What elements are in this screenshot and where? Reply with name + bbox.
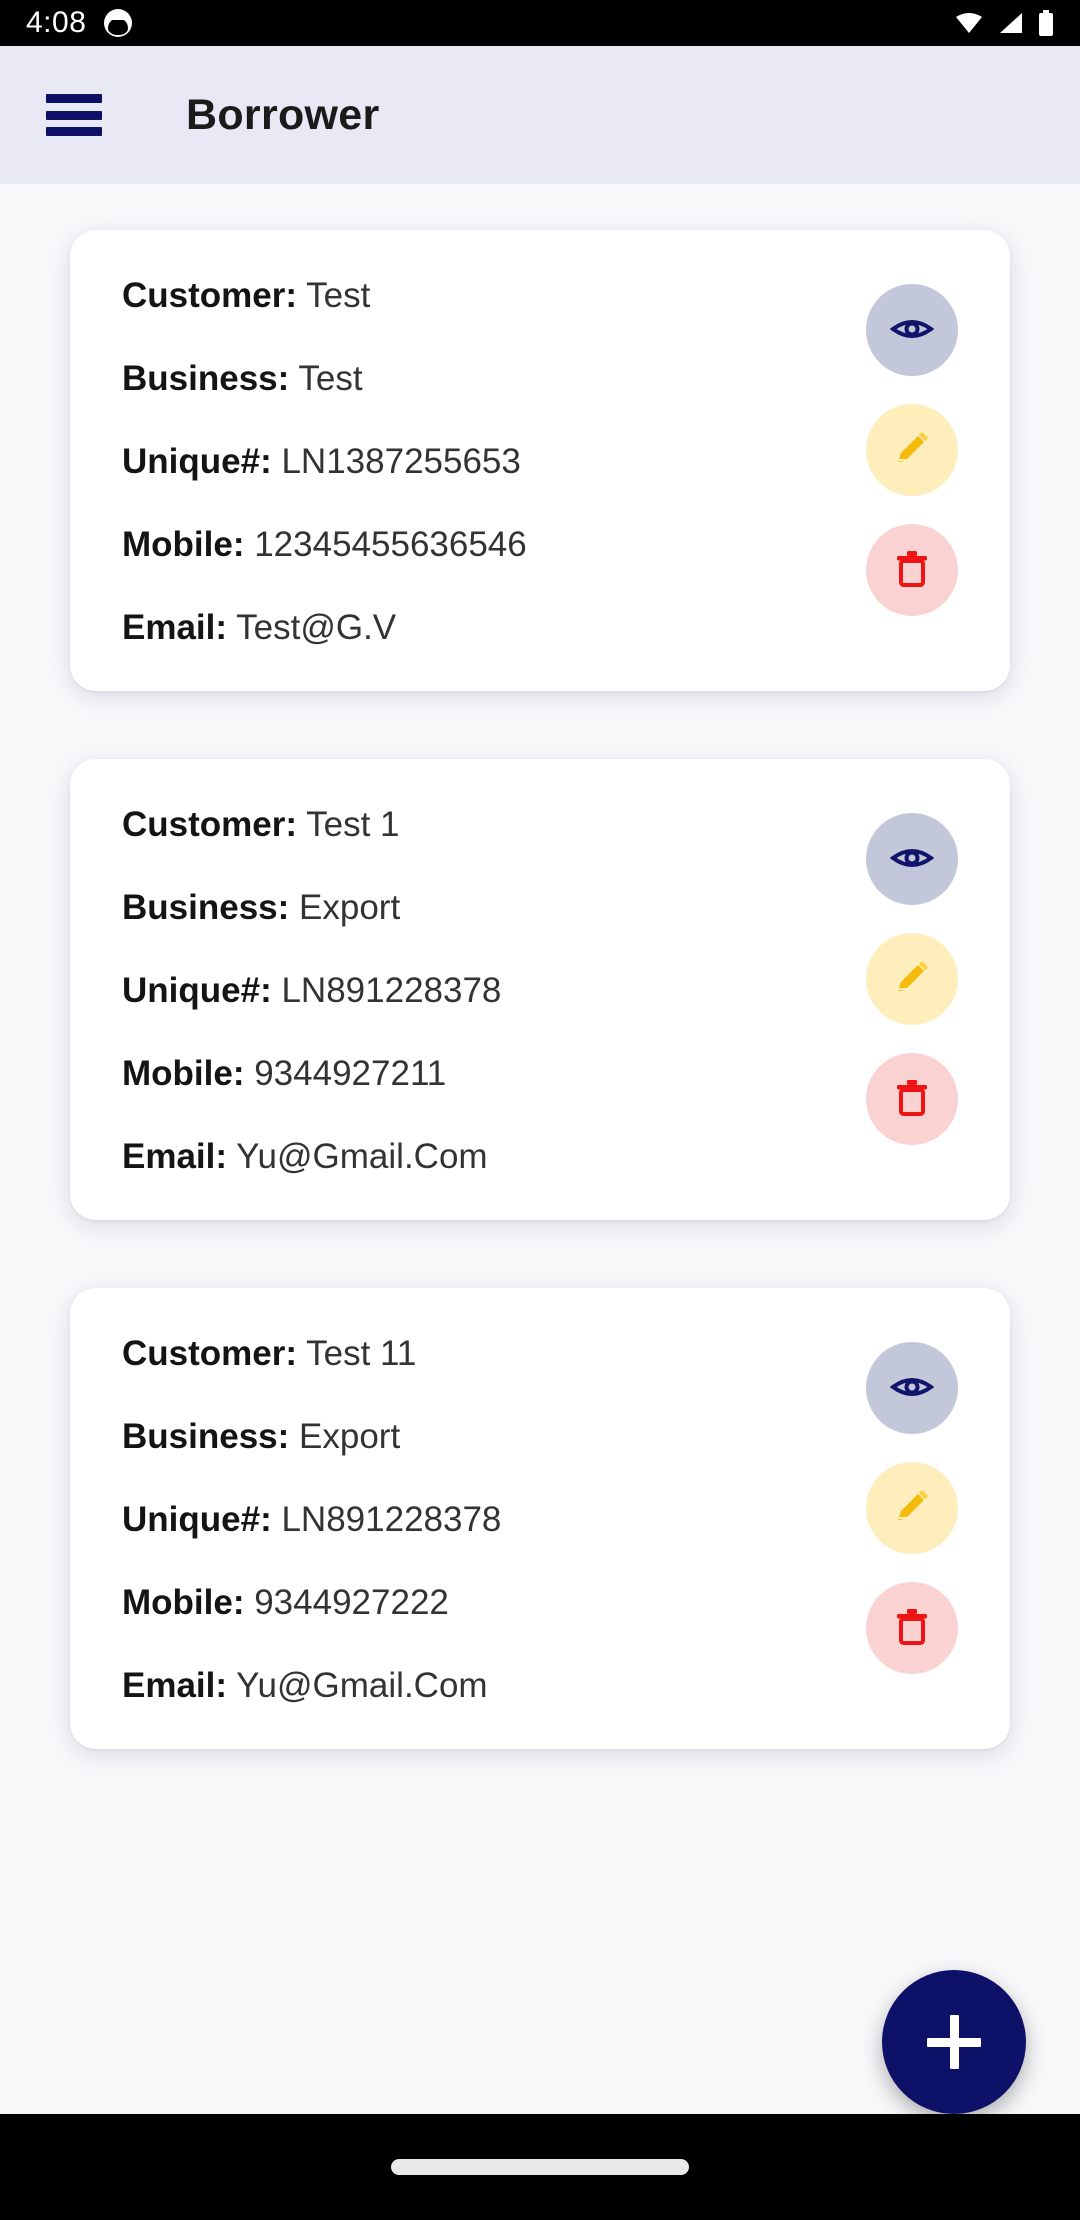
hamburger-line (46, 94, 102, 103)
unique-row: Unique#: LN1387255653 (122, 444, 848, 479)
business-value: Export (299, 1417, 401, 1456)
card-action-buttons (866, 278, 958, 616)
unique-row: Unique#: LN891228378 (122, 973, 848, 1008)
unique-row: Unique#: LN891228378 (122, 1502, 848, 1537)
borrower-card[interactable]: Customer: Test 1 Business: Export Unique… (70, 759, 1010, 1220)
mobile-label: Mobile: (122, 525, 245, 564)
delete-button[interactable] (866, 524, 958, 616)
customer-value: Test (306, 276, 371, 315)
delete-button[interactable] (866, 1053, 958, 1145)
status-bar-clock: 4:08 (26, 6, 87, 39)
business-label: Business: (122, 1417, 290, 1456)
customer-row: Customer: Test 11 (122, 1336, 848, 1371)
customer-label: Customer: (122, 805, 298, 844)
edit-button[interactable] (866, 404, 958, 496)
email-label: Email: (122, 1137, 228, 1176)
app-bar: Borrower (0, 46, 1080, 184)
card-action-buttons (866, 1336, 958, 1674)
mobile-value: 12345455636546 (254, 525, 527, 564)
trash-icon (895, 550, 929, 591)
business-row: Business: Export (122, 1419, 848, 1454)
trash-icon (895, 1608, 929, 1649)
mobile-row: Mobile: 9344927211 (122, 1056, 848, 1091)
unique-label: Unique#: (122, 1500, 272, 1539)
hamburger-line (46, 127, 102, 136)
cellular-signal-icon (998, 11, 1024, 35)
unique-value: LN891228378 (281, 971, 502, 1010)
customer-label: Customer: (122, 276, 298, 315)
unique-label: Unique#: (122, 442, 272, 481)
page-title: Borrower (186, 90, 380, 139)
delete-button[interactable] (866, 1582, 958, 1674)
hamburger-line (46, 110, 102, 120)
email-value: Yu@Gmail.Com (236, 1666, 488, 1705)
mobile-row: Mobile: 12345455636546 (122, 527, 848, 562)
email-value: Test@G.V (236, 608, 397, 647)
status-bar-right (954, 10, 1054, 36)
plus-icon-vertical (949, 2015, 959, 2069)
borrower-details: Customer: Test Business: Test Unique#: L… (122, 278, 848, 645)
pencil-icon (892, 429, 932, 472)
borrower-card[interactable]: Customer: Test Business: Test Unique#: L… (70, 230, 1010, 691)
eye-icon (889, 314, 935, 347)
view-button[interactable] (866, 813, 958, 905)
view-button[interactable] (866, 284, 958, 376)
customer-label: Customer: (122, 1334, 298, 1373)
trash-icon (895, 1079, 929, 1120)
email-row: Email: Yu@Gmail.Com (122, 1668, 848, 1703)
business-row: Business: Export (122, 890, 848, 925)
borrower-details: Customer: Test 11 Business: Export Uniqu… (122, 1336, 848, 1703)
mobile-label: Mobile: (122, 1583, 245, 1622)
business-row: Business: Test (122, 361, 848, 396)
unique-value: LN1387255653 (281, 442, 521, 481)
pencil-icon (892, 958, 932, 1001)
eye-icon (889, 843, 935, 876)
mobile-value: 9344927222 (254, 1583, 449, 1622)
pencil-icon (892, 1487, 932, 1530)
edit-button[interactable] (866, 933, 958, 1025)
business-label: Business: (122, 888, 290, 927)
view-button[interactable] (866, 1342, 958, 1434)
email-row: Email: Test@G.V (122, 610, 848, 645)
edit-button[interactable] (866, 1462, 958, 1554)
email-label: Email: (122, 1666, 228, 1705)
mobile-value: 9344927211 (254, 1054, 447, 1093)
hamburger-menu-icon[interactable] (46, 94, 102, 136)
business-value: Test (298, 359, 363, 398)
email-label: Email: (122, 608, 228, 647)
wifi-icon (954, 11, 984, 35)
home-gesture-pill[interactable] (391, 2159, 689, 2175)
email-value: Yu@Gmail.Com (236, 1137, 488, 1176)
mobile-row: Mobile: 9344927222 (122, 1585, 848, 1620)
business-label: Business: (122, 359, 290, 398)
status-bar-left: 4:08 (26, 6, 133, 40)
add-borrower-fab[interactable] (882, 1970, 1026, 2114)
cat-app-icon (104, 9, 133, 37)
mobile-label: Mobile: (122, 1054, 245, 1093)
status-bar: 4:08 (0, 0, 1080, 46)
unique-label: Unique#: (122, 971, 272, 1010)
customer-value: Test 1 (306, 805, 400, 844)
customer-row: Customer: Test (122, 278, 848, 313)
card-action-buttons (866, 807, 958, 1145)
battery-icon (1038, 10, 1054, 36)
borrower-list[interactable]: Customer: Test Business: Test Unique#: L… (0, 184, 1080, 2114)
customer-row: Customer: Test 1 (122, 807, 848, 842)
business-value: Export (299, 888, 401, 927)
email-row: Email: Yu@Gmail.Com (122, 1139, 848, 1174)
eye-icon (889, 1372, 935, 1405)
borrower-card[interactable]: Customer: Test 11 Business: Export Uniqu… (70, 1288, 1010, 1749)
system-navigation-bar (0, 2114, 1080, 2220)
customer-value: Test 11 (306, 1334, 417, 1373)
phone-screen: 4:08 Borrower Customer: Test Business: T… (0, 0, 1080, 2220)
borrower-details: Customer: Test 1 Business: Export Unique… (122, 807, 848, 1174)
unique-value: LN891228378 (281, 1500, 502, 1539)
